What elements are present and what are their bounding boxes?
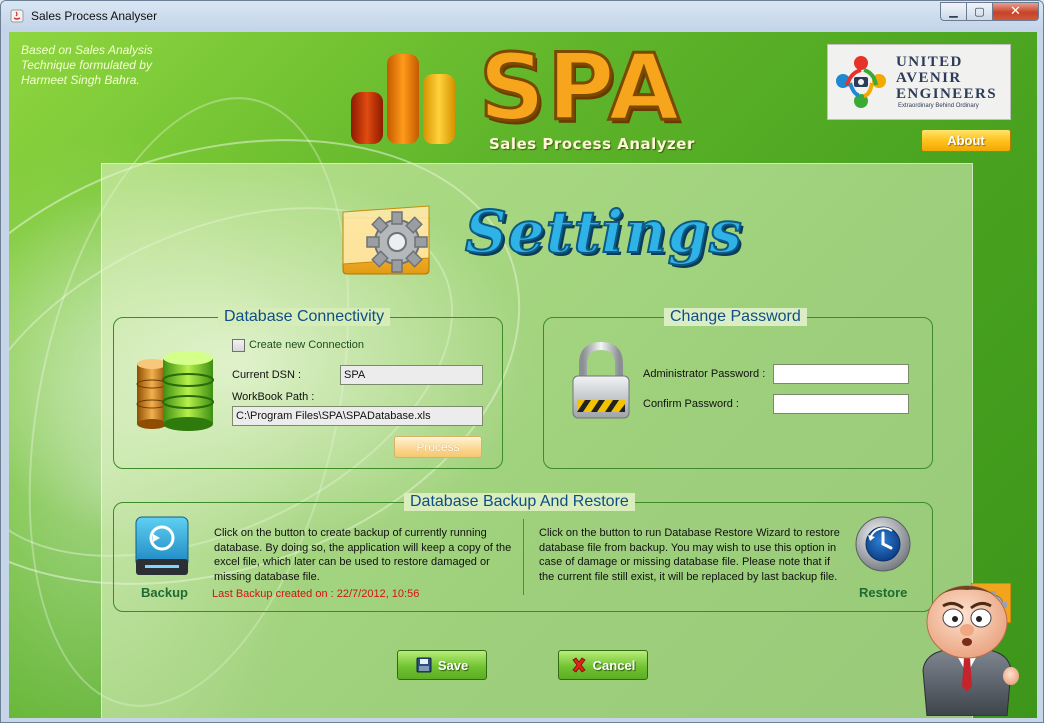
java-app-icon — [10, 9, 24, 23]
floppy-disk-icon — [416, 657, 432, 673]
company-tagline: Extraordinary Behind Ordinary — [898, 103, 979, 109]
close-button[interactable]: ✕ — [993, 2, 1039, 21]
confirm-password-label: Confirm Password : — [643, 398, 739, 410]
maximize-icon: ▢ — [974, 5, 985, 18]
process-button[interactable]: Process — [394, 436, 482, 458]
maximize-button[interactable]: ▢ — [967, 2, 993, 21]
database-connectivity-title: Database Connectivity — [218, 308, 391, 326]
padlock-icon — [572, 342, 630, 419]
administrator-password-field[interactable] — [773, 364, 909, 384]
create-new-connection-label: Create new Connection — [249, 339, 364, 351]
current-dsn-field[interactable]: SPA — [340, 365, 483, 385]
close-icon: ✕ — [1010, 4, 1021, 19]
spa-logo-word: SPA — [477, 34, 682, 141]
company-name: UNITED AVENIR ENGINEERS — [896, 54, 997, 102]
save-button-label: Save — [437, 657, 469, 673]
company-mark-icon — [836, 56, 886, 108]
company-name-line1: UNITED — [896, 54, 963, 70]
workbook-path-field[interactable]: C:\Program Files\SPA\SPADatabase.xls — [232, 406, 483, 426]
backup-button[interactable]: Backup — [141, 585, 188, 600]
page-title: Settings — [464, 197, 743, 267]
restore-description: Click on the button to run Database Rest… — [539, 527, 840, 583]
minimize-icon: ▁ — [949, 5, 958, 18]
app-window: Sales Process Analyser ▁ ▢ ✕ Based on Sa… — [0, 0, 1044, 723]
last-backup-timestamp: Last Backup created on : 22/7/2012, 10:5… — [212, 588, 420, 600]
settings-folder-gear-icon — [342, 205, 430, 275]
database-icon — [136, 351, 214, 431]
current-dsn-label: Current DSN : — [232, 369, 302, 381]
window-controls: ▁ ▢ ✕ — [940, 2, 1039, 21]
confirm-password-field[interactable] — [773, 394, 909, 414]
window-title: Sales Process Analyser — [31, 9, 158, 23]
backup-restore-title: Database Backup And Restore — [404, 493, 635, 511]
company-name-line3: ENGINEERS — [896, 86, 997, 102]
company-name-line2: AVENIR — [896, 70, 962, 86]
title-bar[interactable]: Sales Process Analyser ▁ ▢ ✕ — [1, 1, 1043, 31]
businessman-mascot-icon — [922, 585, 1019, 716]
backup-drive-icon[interactable] — [133, 515, 191, 577]
company-logo: UNITED AVENIR ENGINEERS Extraordinary Be… — [827, 44, 1011, 120]
backup-description: Click on the button to create backup of … — [214, 527, 512, 583]
workbook-path-label: WorkBook Path : — [232, 391, 315, 403]
save-button[interactable]: Save — [397, 650, 487, 680]
minimize-button[interactable]: ▁ — [940, 2, 967, 21]
restore-clock-icon[interactable] — [854, 515, 912, 575]
cancel-button-label: Cancel — [592, 657, 636, 673]
spa-logo-subtitle: Sales Process Analyzer — [489, 135, 695, 153]
create-new-connection-checkbox[interactable] — [232, 339, 245, 352]
spa-bars-logo-icon — [351, 54, 455, 144]
restore-button[interactable]: Restore — [859, 585, 907, 600]
main-content: Based on Sales Analysis Technique formul… — [9, 32, 1037, 718]
about-button[interactable]: About — [921, 129, 1011, 152]
change-password-title: Change Password — [664, 308, 807, 326]
backup-restore-divider — [523, 519, 524, 595]
cancel-button[interactable]: Cancel — [558, 650, 648, 680]
credit-text: Based on Sales Analysis Technique formul… — [21, 43, 153, 87]
red-x-icon — [572, 657, 586, 673]
administrator-password-label: Administrator Password : — [643, 368, 766, 380]
